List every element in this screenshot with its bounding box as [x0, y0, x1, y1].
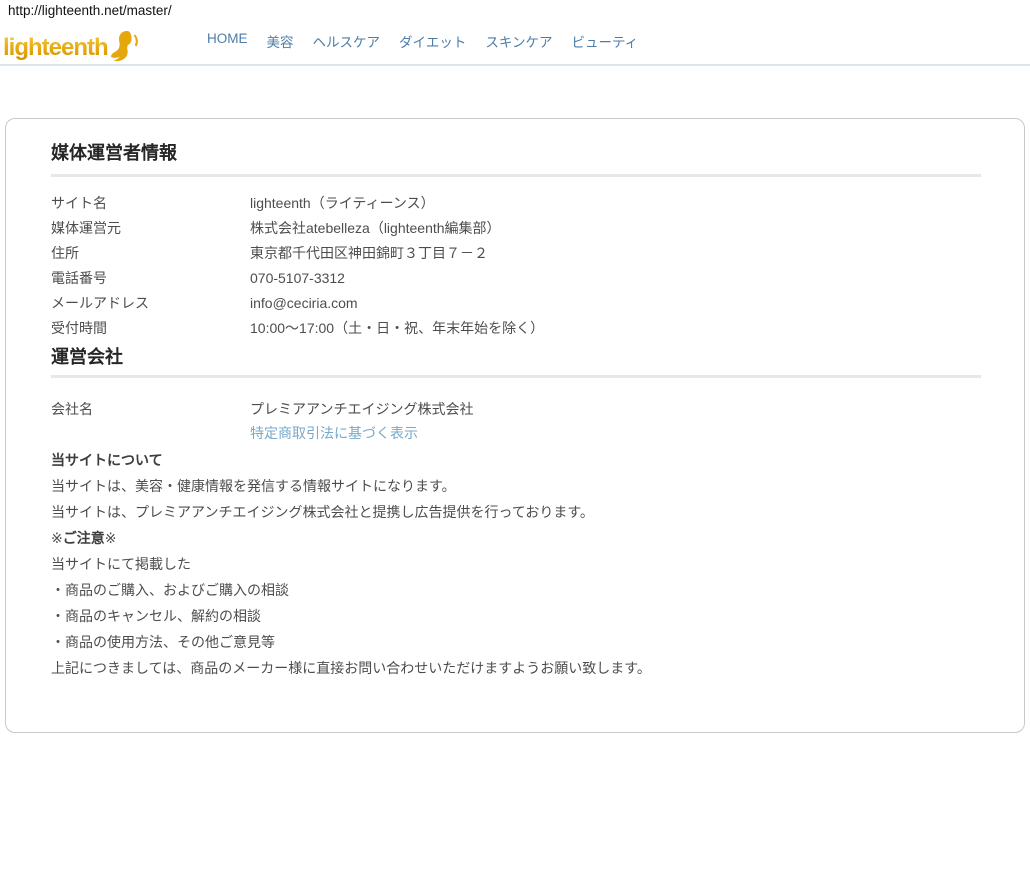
row-label: 住所 [51, 241, 250, 266]
table-row: サイト名lighteenth（ライティーンス） [51, 191, 544, 216]
company-section-title: 運営会社 [51, 343, 123, 369]
commerce-law-link[interactable]: 特定商取引法に基づく表示 [250, 425, 418, 441]
notice-mark: ※ [51, 530, 63, 546]
table-row: 特定商取引法に基づく表示 [51, 421, 473, 445]
operator-info-table: サイト名lighteenth（ライティーンス） 媒体運営元株式会社atebell… [51, 191, 544, 341]
nav-item-healthcare[interactable]: ヘルスケア [313, 31, 381, 51]
site-logo-text: lighteenth [3, 34, 108, 62]
woman-silhouette-icon [109, 30, 139, 67]
nav-item-beaute[interactable]: ビューティ [571, 31, 638, 51]
about-site-section: 当サイトについて 当サイトは、美容・健康情報を発信する情報サイトになります。 当… [51, 447, 651, 681]
content-panel: 媒体運営者情報 サイト名lighteenth（ライティーンス） 媒体運営元株式会… [5, 118, 1025, 733]
notice-intro: 当サイトにて掲載した [51, 551, 651, 577]
section-rule [51, 375, 981, 378]
nav-item-beauty[interactable]: 美容 [267, 31, 294, 51]
row-label: 受付時間 [51, 316, 250, 341]
notice-bullet: ・商品の使用方法、その他ご意見等 [51, 629, 651, 655]
notice-closing: 上記につきましては、商品のメーカー様に直接お問い合わせいただけますようお願い致し… [51, 655, 651, 681]
nav-item-home[interactable]: HOME [207, 31, 248, 51]
row-label: 会社名 [51, 397, 250, 421]
row-value: info@ceciria.com [250, 295, 358, 311]
table-row: 電話番号070-5107-3312 [51, 266, 544, 291]
section-rule [51, 174, 981, 177]
site-logo[interactable]: lighteenth [3, 28, 139, 67]
row-value: 10:00〜17:00（土・日・祝、年末年始を除く） [250, 320, 544, 336]
notice-bold-text: ご注意 [63, 530, 105, 546]
page-url-text: http://lighteenth.net/master/ [8, 3, 172, 18]
table-row: 受付時間10:00〜17:00（土・日・祝、年末年始を除く） [51, 316, 544, 341]
table-row: 会社名プレミアアンチエイジング株式会社 [51, 397, 473, 421]
row-label: メールアドレス [51, 291, 250, 316]
row-value: 東京都千代田区神田錦町３丁目７－２ [250, 245, 488, 261]
row-label: 電話番号 [51, 266, 250, 291]
about-line: 当サイトは、プレミアアンチエイジング株式会社と提携し広告提供を行っております。 [51, 499, 651, 525]
row-value: プレミアアンチエイジング株式会社 [250, 401, 473, 417]
row-label: 媒体運営元 [51, 216, 250, 241]
page-title: 媒体運営者情報 [51, 139, 177, 165]
about-heading: 当サイトについて [51, 447, 651, 473]
row-label: サイト名 [51, 191, 250, 216]
notice-mark: ※ [105, 530, 117, 546]
nav-item-diet[interactable]: ダイエット [399, 31, 466, 51]
about-line: 当サイトは、美容・健康情報を発信する情報サイトになります。 [51, 473, 651, 499]
notice-heading: ※ご注意※ [51, 525, 651, 551]
row-value: lighteenth（ライティーンス） [250, 195, 435, 211]
table-row: 媒体運営元株式会社atebelleza（lighteenth編集部） [51, 216, 544, 241]
nav-item-skincare[interactable]: スキンケア [485, 31, 552, 51]
company-info-table: 会社名プレミアアンチエイジング株式会社 特定商取引法に基づく表示 [51, 397, 473, 445]
header-divider [0, 64, 1030, 66]
table-row: 住所東京都千代田区神田錦町３丁目７－２ [51, 241, 544, 266]
row-value: 株式会社atebelleza（lighteenth編集部） [250, 220, 501, 236]
row-value: 070-5107-3312 [250, 270, 345, 286]
notice-bullet: ・商品のキャンセル、解約の相談 [51, 603, 651, 629]
main-nav: HOME 美容 ヘルスケア ダイエット スキンケア ビューティ [207, 31, 638, 51]
notice-bullet: ・商品のご購入、およびご購入の相談 [51, 577, 651, 603]
table-row: メールアドレスinfo@ceciria.com [51, 291, 544, 316]
